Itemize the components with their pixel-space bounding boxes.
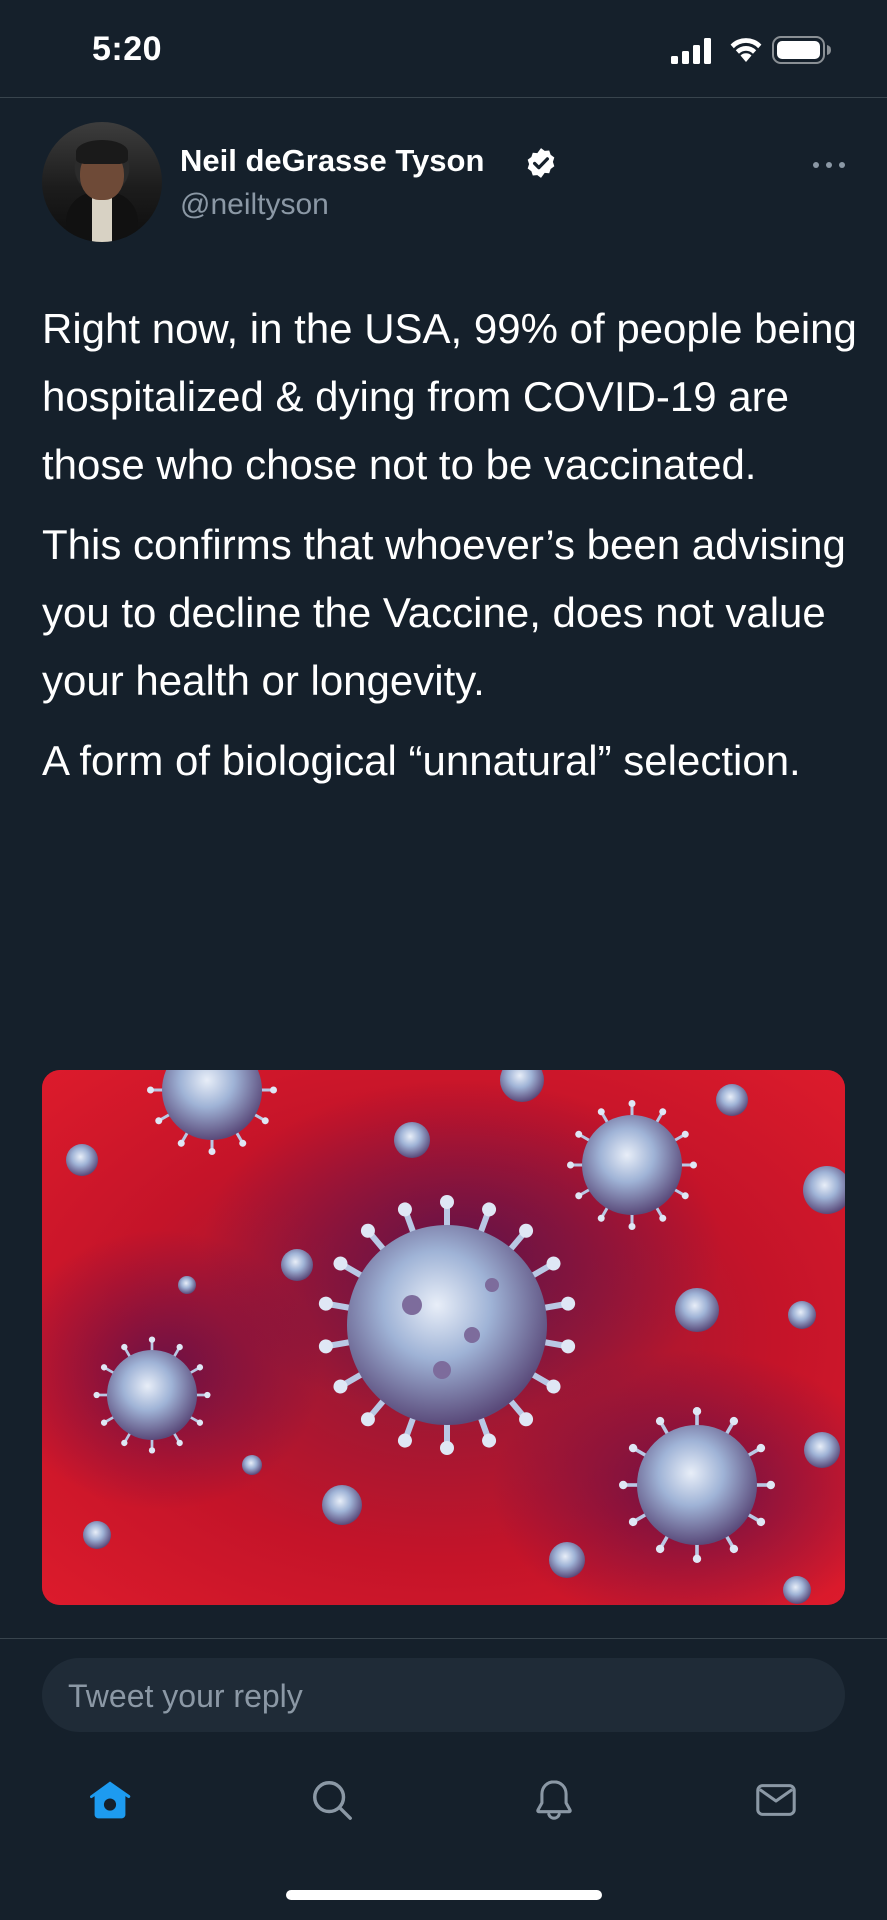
tab-search[interactable] <box>302 1770 362 1830</box>
tab-messages[interactable] <box>746 1770 806 1830</box>
header-divider <box>0 97 887 98</box>
reply-input[interactable]: Tweet your reply <box>42 1658 845 1732</box>
wifi-icon <box>730 38 762 62</box>
media-divider <box>0 1638 887 1639</box>
home-icon <box>89 1781 131 1819</box>
tweet-paragraph: A form of biological “unnatural” selecti… <box>42 737 801 784</box>
status-bar: 5:20 <box>0 0 887 97</box>
notifications-icon <box>536 1780 572 1820</box>
cellular-signal-icon <box>671 38 711 64</box>
more-options-icon[interactable] <box>812 160 846 170</box>
avatar[interactable] <box>42 122 162 242</box>
tweet-paragraph: Right now, in the USA, 99% of people bei… <box>42 305 857 488</box>
author-name[interactable]: Neil deGrasse Tyson <box>180 143 484 179</box>
tab-notifications[interactable] <box>524 1770 584 1830</box>
battery-icon <box>772 36 831 64</box>
messages-icon <box>756 1784 796 1816</box>
tweet-paragraph: This confirms that whoever’s been advisi… <box>42 521 846 704</box>
tab-home[interactable] <box>80 1770 140 1830</box>
status-time: 5:20 <box>92 30 163 68</box>
coronavirus-illustration <box>42 1070 845 1605</box>
tweet-image[interactable] <box>42 1070 845 1605</box>
search-icon <box>313 1781 352 1820</box>
reply-placeholder: Tweet your reply <box>68 1678 303 1714</box>
home-indicator[interactable] <box>286 1890 602 1900</box>
author-handle[interactable]: @neiltyson <box>180 188 329 222</box>
tweet-text: Right now, in the USA, 99% of people bei… <box>42 295 857 807</box>
verified-badge-icon <box>527 148 555 178</box>
